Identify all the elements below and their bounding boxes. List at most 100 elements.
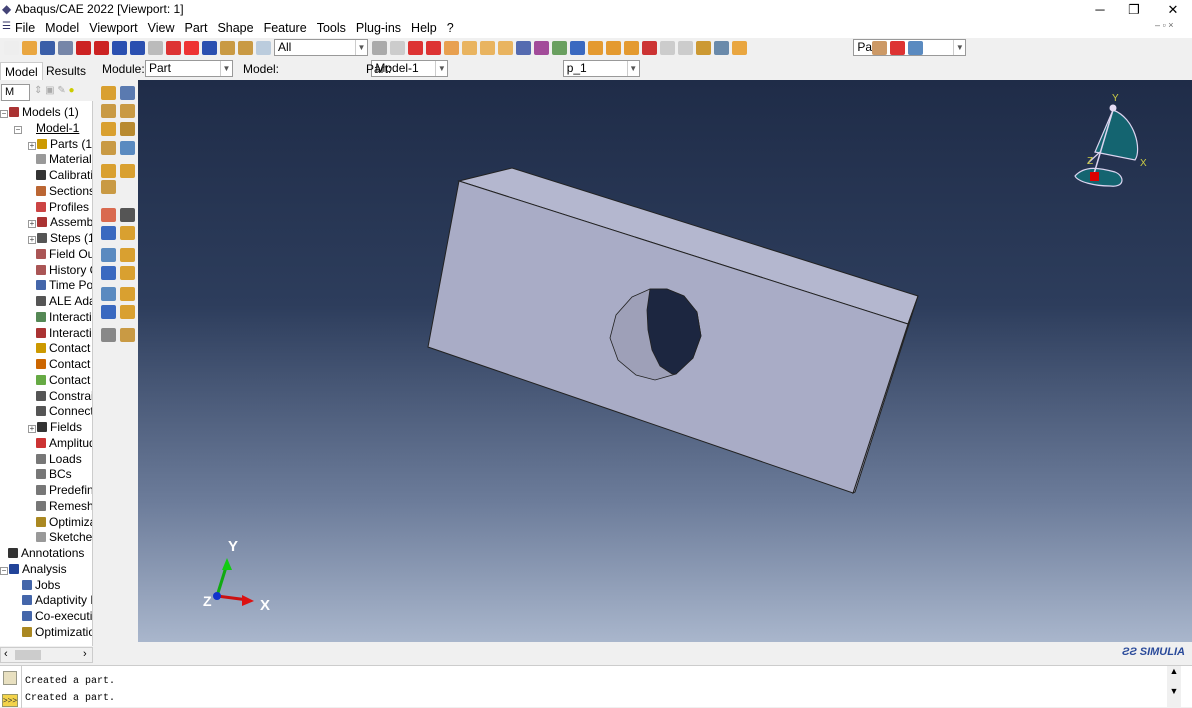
view-tool-icon-2[interactable] [408,41,423,55]
toolbox-tool-icon-20[interactable] [120,287,135,301]
view-tool-icon-15[interactable] [642,41,657,55]
tree-item[interactable]: Interaction Properties [36,326,92,341]
view-tool-icon-17[interactable] [678,41,693,55]
scroll-thumb[interactable] [15,650,41,660]
file-tool-icon-14[interactable] [256,41,271,55]
toolbox-tool-icon-22[interactable] [120,305,135,319]
part-3d-model[interactable] [427,167,919,494]
toolbox-tool-icon-8[interactable] [101,164,116,178]
view-tool-icon-8[interactable] [516,41,531,55]
minimize-button[interactable]: ─ [1082,0,1118,19]
tree-item[interactable]: Contact Initializations [36,357,92,372]
tree-item[interactable]: Profiles [36,200,89,215]
message-tab-icon[interactable] [3,671,17,685]
toolbox-tool-icon-21[interactable] [101,305,116,319]
module-select[interactable]: Part ▼ [145,60,233,77]
tree-item[interactable]: Jobs [22,578,60,593]
part-select[interactable]: p_1 ▼ [562,60,640,77]
file-tool-icon-3[interactable] [58,41,73,55]
expand-toggle-icon[interactable]: + [28,236,36,244]
message-scrollbar[interactable]: ▲ ▼ [1167,666,1181,708]
tree-item[interactable]: + Steps (1) [28,231,92,246]
menu-view[interactable]: View [148,19,175,38]
menu-tools[interactable]: Tools [317,19,346,38]
view-tool-icon-6[interactable] [480,41,495,55]
file-tool-icon-7[interactable] [130,41,145,55]
file-tool-icon-1[interactable] [22,41,37,55]
tree-item[interactable]: History Output [36,263,92,278]
toolbox-tool-icon-5[interactable] [120,122,135,136]
toolbox-tool-icon-3[interactable] [120,104,135,118]
tree-item[interactable]: Adaptivity Processes [22,593,92,608]
file-tool-icon-8[interactable] [148,41,163,55]
view-tool-icon-14[interactable] [624,41,639,55]
view-tool-icon-16[interactable] [660,41,675,55]
toolbox-tool-icon-1[interactable] [120,86,135,100]
toolbox-tool-icon-7[interactable] [120,141,135,155]
expand-toggle-icon[interactable]: − [14,125,22,134]
toolbox-tool-icon-4[interactable] [101,122,116,136]
expand-toggle-icon[interactable]: + [28,425,36,433]
extra-tool-icon-0[interactable] [872,41,887,55]
tree-item[interactable]: ALE Adaptive [36,294,92,309]
viewport[interactable]: Y X Z Y X Z [138,80,1192,642]
tree-item[interactable]: − Models (1) [0,105,79,120]
view-tool-icon-9[interactable] [534,41,549,55]
mdi-controls[interactable]: – ▫ × [1155,20,1173,30]
file-tool-icon-12[interactable] [220,41,235,55]
tree-item[interactable]: Contact Stabilizations [36,373,92,388]
toolbox-tool-icon-11[interactable] [101,208,116,222]
tree-h-scrollbar[interactable]: ‹ › [0,647,93,663]
view-tool-icon-5[interactable] [462,41,477,55]
tree-item[interactable]: Calibrations [36,168,92,183]
tree-item[interactable]: − Analysis [0,562,67,577]
tree-item[interactable]: + Assembly [28,215,92,230]
tree-item[interactable]: Annotations [8,546,84,561]
tree-item[interactable]: Materials [36,152,92,167]
toolbox-tool-icon-0[interactable] [101,86,116,100]
expand-toggle-icon[interactable]: − [0,566,8,575]
file-tool-icon-6[interactable] [112,41,127,55]
menu-viewport[interactable]: Viewport [89,19,137,38]
message-log[interactable] [21,666,1184,708]
tree-item[interactable]: Contact Controls [36,341,92,356]
toolbox-tool-icon-18[interactable] [120,266,135,280]
toolbox-tool-icon-24[interactable] [120,328,135,342]
tree-item[interactable]: Connectors [36,404,92,419]
toolbox-tool-icon-2[interactable] [101,104,116,118]
file-tool-icon-5[interactable] [94,41,109,55]
toolbox-tool-icon-19[interactable] [101,287,116,301]
tree-item[interactable]: Interactions [36,310,92,325]
toolbox-tool-icon-16[interactable] [120,248,135,262]
scroll-left-icon[interactable]: ‹ [4,648,8,660]
scroll-right-icon[interactable]: › [83,648,87,660]
toolbox-tool-icon-17[interactable] [101,266,116,280]
selection-filter-select[interactable]: All ▼ [274,39,368,56]
toolbox-tool-icon-6[interactable] [101,141,116,155]
view-tool-icon-7[interactable] [498,41,513,55]
restore-button[interactable]: ❐ [1116,0,1152,19]
file-tool-icon-9[interactable] [166,41,181,55]
tree-item[interactable]: + Parts (1) [28,137,92,152]
view-tool-icon-12[interactable] [588,41,603,55]
view-tool-icon-11[interactable] [570,41,585,55]
file-tool-icon-0[interactable] [4,41,19,55]
tree-item[interactable]: Constraints [36,389,92,404]
view-tool-icon-10[interactable] [552,41,567,55]
view-tool-icon-13[interactable] [606,41,621,55]
menu-plug-ins[interactable]: Plug-ins [356,19,401,38]
toolbox-tool-icon-23[interactable] [101,328,116,342]
tree-item[interactable]: Remeshing Rules [36,499,92,514]
menu-whats-this[interactable]: ? [447,19,454,38]
menu-file[interactable]: File [15,19,35,38]
tree-item[interactable]: + Fields [28,420,82,435]
menu-feature[interactable]: Feature [264,19,307,38]
menu-shape[interactable]: Shape [217,19,253,38]
extra-tool-icon-1[interactable] [890,41,905,55]
view-tool-icon-19[interactable] [714,41,729,55]
tree-item[interactable]: Optimization Processes [22,625,92,640]
python-console-icon[interactable]: >>> [2,694,18,707]
view-tool-icon-20[interactable] [732,41,747,55]
tree-item[interactable]: Loads [36,452,82,467]
expand-toggle-icon[interactable]: + [28,220,36,229]
